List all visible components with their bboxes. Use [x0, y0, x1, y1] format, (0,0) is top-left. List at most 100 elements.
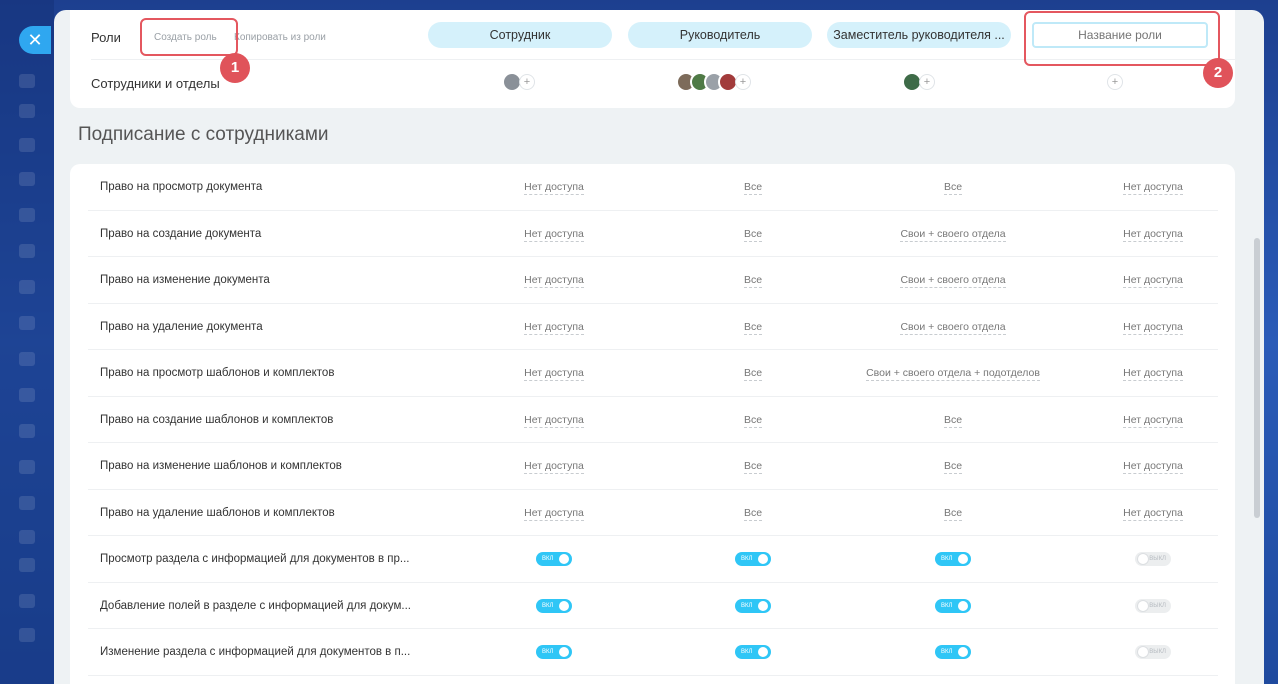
permission-value: Свои + своего отдела: [861, 304, 1045, 350]
permission-select[interactable]: Все: [743, 506, 763, 521]
toggle-knob: [758, 600, 768, 611]
table-row: Право на изменение документа Нет доступа В…: [88, 257, 1218, 304]
permission-value: Нет доступа: [1061, 490, 1245, 536]
employee-avatars: +: [502, 71, 535, 93]
permission-toggle[interactable]: ВКЛ: [935, 552, 971, 566]
permission-value: Все: [861, 443, 1045, 489]
add-member-icon[interactable]: +: [1107, 74, 1123, 90]
permission-select[interactable]: Все: [743, 413, 763, 428]
permission-select[interactable]: Нет доступа: [1123, 460, 1183, 474]
permission-toggle[interactable]: ВКЛ: [735, 598, 771, 613]
toggle-state-label: ВКЛ: [741, 556, 753, 562]
permission-select[interactable]: Нет доступа: [524, 367, 584, 381]
permission-select[interactable]: Нет доступа: [1123, 274, 1183, 288]
permission-toggle[interactable]: ВКЛ: [536, 598, 572, 613]
nav-icon[interactable]: [19, 352, 35, 366]
nav-icon[interactable]: [19, 74, 35, 88]
permission-select[interactable]: Нет доступа: [524, 506, 584, 521]
permission-select[interactable]: Все: [943, 460, 963, 474]
toggle-knob: [958, 647, 968, 657]
permission-toggle[interactable]: ВЫКЛ: [1135, 552, 1171, 566]
permission-select[interactable]: Все: [943, 413, 963, 428]
toggle-state-label: ВКЛ: [941, 649, 953, 655]
roles-label: Роли: [91, 30, 121, 45]
permission-select[interactable]: Нет доступа: [1123, 320, 1183, 335]
close-icon: ✕: [27, 30, 43, 50]
permission-select[interactable]: Нет доступа: [524, 413, 584, 428]
nav-icon[interactable]: [19, 460, 35, 474]
role-employee[interactable]: Сотрудник: [428, 22, 612, 48]
toggle-state-label: ВКЛ: [741, 602, 753, 609]
nav-icon[interactable]: [19, 208, 35, 222]
nav-icon[interactable]: [19, 558, 35, 572]
permission-select[interactable]: Свои + своего отдела: [900, 227, 1006, 242]
nav-icon[interactable]: [19, 594, 35, 608]
permission-toggle[interactable]: ВКЛ: [536, 552, 572, 566]
add-member-icon[interactable]: +: [519, 74, 535, 90]
nav-icon[interactable]: [19, 104, 35, 118]
permission-toggle[interactable]: ВКЛ: [536, 645, 572, 659]
nav-icon[interactable]: [19, 244, 35, 258]
toggle-state-label: ВКЛ: [941, 556, 953, 562]
add-member-icon[interactable]: +: [919, 74, 935, 90]
add-member-icon[interactable]: +: [735, 74, 751, 90]
permission-value: Нет доступа: [462, 490, 646, 536]
permission-toggle[interactable]: ВКЛ: [935, 598, 971, 613]
toggle-state-label: ВЫКЛ: [1149, 602, 1166, 609]
permission-value: Нет доступа: [1061, 164, 1245, 210]
permission-toggle[interactable]: ВКЛ: [735, 552, 771, 566]
permission-select[interactable]: Нет доступа: [524, 460, 584, 474]
permission-select[interactable]: Нет доступа: [1123, 367, 1183, 381]
permission-select[interactable]: Свои + своего отдела: [900, 274, 1006, 288]
permission-select[interactable]: Нет доступа: [1123, 413, 1183, 428]
toggle-state-label: ВЫКЛ: [1149, 649, 1166, 655]
nav-icon[interactable]: [19, 496, 35, 510]
permission-select[interactable]: Нет доступа: [524, 274, 584, 288]
permission-value: Нет доступа: [462, 304, 646, 350]
nav-icon[interactable]: [19, 424, 35, 438]
role-deputy-manager[interactable]: Заместитель руководителя ...: [827, 22, 1011, 48]
permission-toggle[interactable]: ВКЛ: [935, 645, 971, 659]
permission-select[interactable]: Все: [943, 506, 963, 521]
permission-select[interactable]: Свои + своего отдела + подотделов: [866, 367, 1040, 381]
toggle-state-label: ВКЛ: [542, 649, 554, 655]
permission-select[interactable]: Все: [743, 274, 763, 288]
permission-select[interactable]: Нет доступа: [1123, 227, 1183, 242]
permission-select[interactable]: Нет доступа: [524, 227, 584, 242]
permission-select[interactable]: Нет доступа: [1123, 506, 1183, 521]
permission-select[interactable]: Все: [743, 460, 763, 474]
nav-icon[interactable]: [19, 530, 35, 544]
toggle-knob: [958, 554, 968, 564]
permission-toggle[interactable]: ВЫКЛ: [1135, 645, 1171, 659]
permission-value: Нет доступа: [462, 211, 646, 257]
nav-icon[interactable]: [19, 280, 35, 294]
table-row: Право на удаление документа Нет доступа Вс…: [88, 304, 1218, 350]
permission-value: Все: [861, 397, 1045, 443]
permission-select[interactable]: Все: [743, 181, 763, 195]
permission-select[interactable]: Нет доступа: [524, 320, 584, 335]
permission-select[interactable]: Все: [743, 367, 763, 381]
permission-value: Все: [661, 304, 845, 350]
permission-select[interactable]: Нет доступа: [1123, 181, 1183, 195]
close-button[interactable]: ✕: [19, 26, 51, 54]
role-manager[interactable]: Руководитель: [628, 22, 812, 48]
toggle-knob: [1138, 647, 1148, 657]
permission-select[interactable]: Все: [743, 320, 763, 335]
nav-icon[interactable]: [19, 628, 35, 642]
permission-value: Нет доступа: [1061, 257, 1245, 303]
permission-select[interactable]: Нет доступа: [524, 181, 584, 195]
permission-select[interactable]: Свои + своего отдела: [900, 320, 1006, 335]
permission-toggle[interactable]: ВКЛ: [735, 645, 771, 659]
permission-select[interactable]: Все: [743, 227, 763, 242]
copy-role-link[interactable]: Копировать из роли: [234, 32, 326, 43]
permission-toggle[interactable]: ВЫКЛ: [1135, 598, 1171, 613]
nav-icon[interactable]: [19, 172, 35, 186]
scrollbar[interactable]: [1254, 238, 1260, 518]
nav-icon[interactable]: [19, 388, 35, 402]
toggle-knob: [1138, 600, 1148, 611]
nav-icon[interactable]: [19, 316, 35, 330]
highlight-frame: [1024, 11, 1220, 66]
permission-select[interactable]: Все: [943, 181, 963, 195]
table-row: Право на изменение шаблонов и комплектов…: [88, 443, 1218, 490]
nav-icon[interactable]: [19, 138, 35, 152]
